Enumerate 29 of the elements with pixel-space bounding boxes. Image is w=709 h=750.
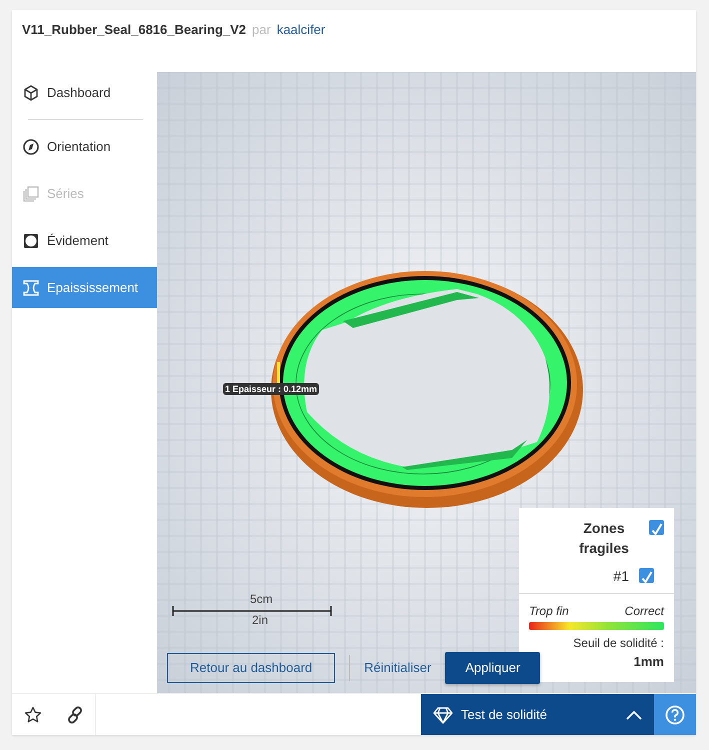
sidebar-item[interactable]: Dashboard	[12, 72, 157, 113]
sidebar-item[interactable]: Évidement	[12, 220, 157, 261]
compass-icon	[22, 138, 40, 156]
hollow-icon	[22, 232, 40, 250]
author-link[interactable]: kaalcifer	[276, 20, 326, 40]
scale-label: 2in	[252, 612, 268, 629]
model-title: V11_Rubber_Seal_6816_Bearing_V2	[22, 21, 246, 39]
checkbox[interactable]	[639, 568, 654, 583]
diamond-icon	[433, 706, 453, 724]
help-icon[interactable]	[654, 694, 696, 735]
legend-label: Correct	[624, 603, 664, 620]
thickness-icon	[22, 278, 40, 296]
by-label: par	[252, 21, 271, 39]
cube-icon	[22, 84, 40, 102]
caret-icon	[626, 710, 642, 720]
back-button[interactable]: Retour au dashboard	[167, 653, 336, 682]
layers-icon	[22, 184, 40, 202]
tool-button[interactable]: Test de solidité	[421, 694, 654, 735]
apply-button[interactable]: Appliquer	[445, 652, 540, 684]
zones-label: Zones fragiles	[578, 519, 630, 558]
legend-label: Trop fin	[529, 603, 569, 620]
sidebar-item[interactable]: Orientation	[12, 126, 157, 167]
zone-label: #1	[613, 567, 629, 586]
reset-link[interactable]: Réinitialiser	[364, 654, 432, 682]
checkbox[interactable]	[649, 520, 664, 535]
threshold-label: Seuil de solidité :	[572, 635, 664, 652]
measurement-tooltip: 1 Epaisseur : 0.12mm	[223, 383, 320, 395]
scale-label: 5cm	[250, 591, 273, 608]
threshold-value: 1mm	[632, 653, 664, 671]
